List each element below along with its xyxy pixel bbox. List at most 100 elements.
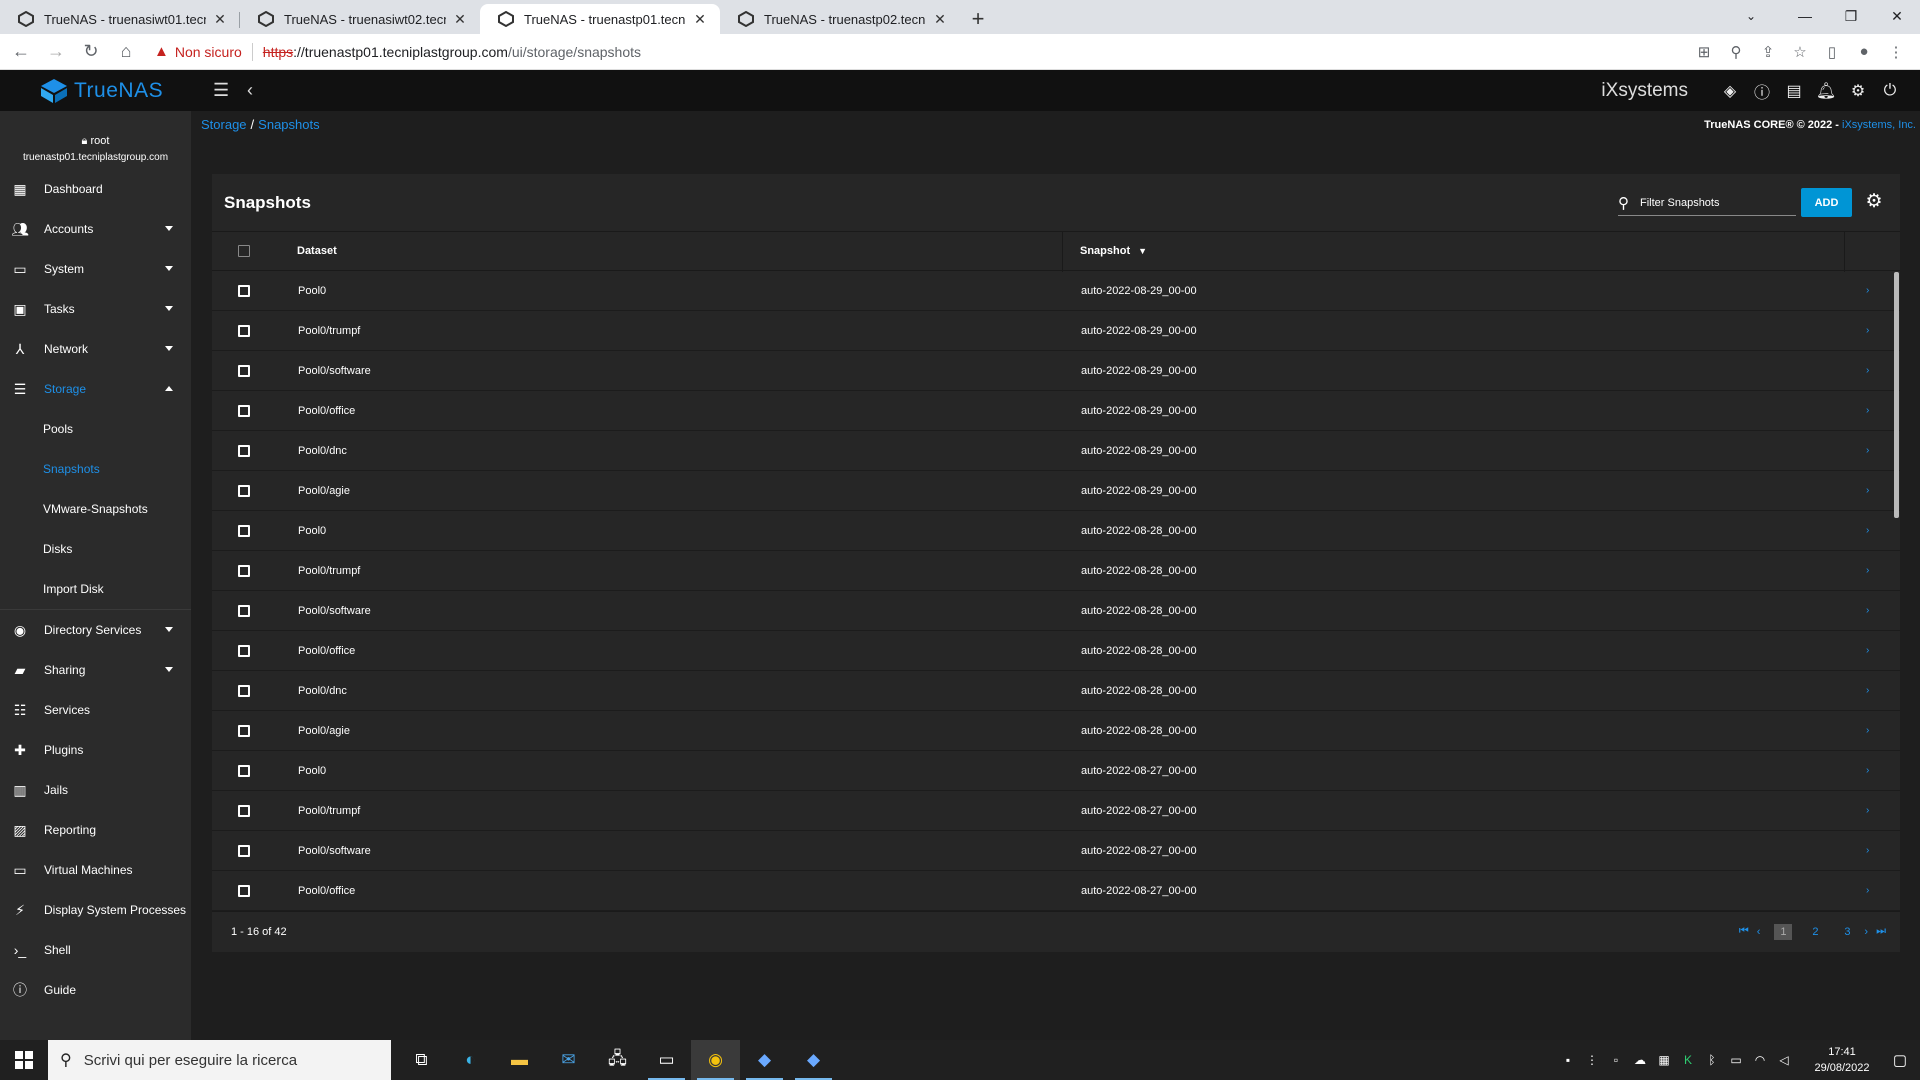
close-tab-icon[interactable]: ✕: [452, 11, 468, 28]
table-row[interactable]: Pool0 auto-2022-08-27_00-00 ›: [212, 751, 1900, 791]
expand-row-chevron-icon[interactable]: ›: [1866, 725, 1869, 736]
tray-app2-icon[interactable]: ▫: [1604, 1053, 1628, 1067]
tab-search-chevron-icon[interactable]: ⌄: [1728, 0, 1774, 32]
browser-tab-2[interactable]: TrueNAS - truenasiwt02.tecniplas ✕: [240, 4, 480, 34]
sidebar-item-jails[interactable]: ▥ Jails: [0, 770, 191, 810]
expand-row-chevron-icon[interactable]: ›: [1866, 885, 1869, 896]
sidebar-item-network[interactable]: ⅄ Network: [0, 329, 191, 369]
sidebar-subitem-pools[interactable]: Pools: [0, 409, 191, 449]
filter-snapshots-input[interactable]: [1640, 196, 1780, 209]
sidebar-item-reporting[interactable]: ▨ Reporting: [0, 810, 191, 850]
row-checkbox[interactable]: [238, 564, 250, 577]
sidebar-item-plugins[interactable]: ✚ Plugins: [0, 730, 191, 770]
share-icon[interactable]: ⇪: [1752, 38, 1784, 66]
ixsystems-logo[interactable]: iXsystems: [1601, 80, 1688, 102]
bluetooth-icon[interactable]: ᛒ: [1700, 1053, 1724, 1067]
expand-row-chevron-icon[interactable]: ›: [1866, 445, 1869, 456]
row-checkbox[interactable]: [238, 284, 250, 297]
remote-desktop-icon[interactable]: ◆: [740, 1040, 789, 1080]
breadcrumb-current[interactable]: Snapshots: [258, 117, 319, 132]
table-row[interactable]: Pool0/office auto-2022-08-27_00-00 ›: [212, 871, 1900, 911]
tray-app-icon[interactable]: ▪: [1556, 1053, 1580, 1067]
expand-row-chevron-icon[interactable]: ›: [1866, 685, 1869, 696]
remote-desktop-2-icon[interactable]: ◆: [789, 1040, 838, 1080]
sidebar-item-tasks[interactable]: ▣ Tasks: [0, 289, 191, 329]
row-checkbox[interactable]: [238, 444, 250, 457]
page-1-button[interactable]: 1: [1774, 923, 1793, 940]
expand-row-chevron-icon[interactable]: ›: [1866, 325, 1869, 336]
expand-row-chevron-icon[interactable]: ›: [1866, 365, 1869, 376]
expand-row-chevron-icon[interactable]: ›: [1866, 645, 1869, 656]
breadcrumb-storage-link[interactable]: Storage: [201, 117, 247, 132]
column-header-dataset[interactable]: Dataset: [297, 245, 337, 257]
sidebar-item-system[interactable]: ▭ System: [0, 249, 191, 289]
close-tab-icon[interactable]: ✕: [932, 11, 948, 28]
previous-page-icon[interactable]: ‹: [1757, 926, 1761, 938]
browser-tab-3[interactable]: TrueNAS - truenastp01.tecniplast ✕: [480, 4, 720, 34]
table-row[interactable]: Pool0/software auto-2022-08-29_00-00 ›: [212, 351, 1900, 391]
sidebar-item-directory-services[interactable]: ◉ Directory Services: [0, 610, 191, 650]
row-checkbox[interactable]: [238, 804, 250, 817]
settings-gear-icon[interactable]: ⚙: [1842, 70, 1874, 111]
table-row[interactable]: Pool0/agie auto-2022-08-28_00-00 ›: [212, 711, 1900, 751]
security-label[interactable]: Non sicuro: [175, 44, 242, 60]
table-row[interactable]: Pool0/dnc auto-2022-08-28_00-00 ›: [212, 671, 1900, 711]
volume-icon[interactable]: ◁: [1772, 1053, 1796, 1067]
restore-icon[interactable]: ❐: [1828, 0, 1874, 32]
table-row[interactable]: Pool0/agie auto-2022-08-29_00-00 ›: [212, 471, 1900, 511]
task-manager-icon[interactable]: ▤: [1778, 70, 1810, 111]
tray-overflow-icon[interactable]: ⋮: [1580, 1053, 1604, 1067]
table-scrollbar[interactable]: [1894, 272, 1899, 518]
expand-row-chevron-icon[interactable]: ›: [1866, 765, 1869, 776]
side-panel-icon[interactable]: ▯: [1816, 38, 1848, 66]
table-row[interactable]: Pool0/trumpf auto-2022-08-29_00-00 ›: [212, 311, 1900, 351]
expand-row-chevron-icon[interactable]: ›: [1866, 525, 1869, 536]
tray-grid-icon[interactable]: ▦: [1652, 1053, 1676, 1067]
next-page-icon[interactable]: ›: [1864, 926, 1868, 938]
row-checkbox[interactable]: [238, 524, 250, 537]
clock[interactable]: 17:41 29/08/2022: [1804, 1044, 1880, 1076]
sidebar-subitem-vmware-snapshots[interactable]: VMware-Snapshots: [0, 489, 191, 529]
profile-avatar-icon[interactable]: ●: [1848, 38, 1880, 66]
table-row[interactable]: Pool0/trumpf auto-2022-08-28_00-00 ›: [212, 551, 1900, 591]
expand-row-chevron-icon[interactable]: ›: [1866, 805, 1869, 816]
close-tab-icon[interactable]: ✕: [692, 11, 708, 28]
task-view-icon[interactable]: ⧉: [397, 1040, 446, 1080]
power-icon[interactable]: ⏻: [1874, 70, 1906, 111]
taskbar-search[interactable]: ⚲ Scrivi qui per eseguire la ricerca: [48, 1040, 391, 1080]
row-checkbox[interactable]: [238, 324, 250, 337]
last-page-icon[interactable]: ⏭︎: [1876, 925, 1886, 938]
expand-row-chevron-icon[interactable]: ›: [1866, 605, 1869, 616]
start-button[interactable]: [0, 1040, 48, 1080]
sidebar-item-storage[interactable]: ☰ Storage: [0, 369, 191, 409]
new-tab-button[interactable]: +: [960, 4, 996, 34]
info-icon[interactable]: ⓘ: [1746, 70, 1778, 111]
sidebar-item-virtual-machines[interactable]: ▭ Virtual Machines: [0, 850, 191, 890]
row-checkbox[interactable]: [238, 364, 250, 377]
onedrive-icon[interactable]: ☁: [1628, 1053, 1652, 1067]
browser-tab-1[interactable]: TrueNAS - truenasiwt01.tecniplas ✕: [0, 4, 240, 34]
expand-row-chevron-icon[interactable]: ›: [1866, 845, 1869, 856]
sidebar-subitem-import-disk[interactable]: Import Disk: [0, 569, 191, 609]
row-checkbox[interactable]: [238, 484, 250, 497]
sidebar-item-services[interactable]: ☷ Services: [0, 690, 191, 730]
row-checkbox[interactable]: [238, 684, 250, 697]
table-row[interactable]: Pool0 auto-2022-08-28_00-00 ›: [212, 511, 1900, 551]
filter-field[interactable]: ⚲: [1618, 190, 1796, 216]
table-row[interactable]: Pool0 auto-2022-08-29_00-00 ›: [212, 271, 1900, 311]
close-window-icon[interactable]: ✕: [1874, 0, 1920, 32]
page-2-button[interactable]: 2: [1806, 924, 1824, 940]
expand-row-chevron-icon[interactable]: ›: [1866, 285, 1869, 296]
sidebar-item-sharing[interactable]: ▰ Sharing: [0, 650, 191, 690]
first-page-icon[interactable]: ⏮︎: [1739, 925, 1749, 938]
truenas-logo[interactable]: TrueNAS: [0, 70, 190, 111]
notifications-bell-icon[interactable]: 🔔︎: [1810, 70, 1842, 111]
file-explorer-icon[interactable]: ▬: [495, 1040, 544, 1080]
column-settings-gear-icon[interactable]: ⚙: [1862, 189, 1886, 213]
row-checkbox[interactable]: [238, 764, 250, 777]
minimize-icon[interactable]: —: [1782, 0, 1828, 32]
truecommand-icon[interactable]: ◈: [1714, 70, 1746, 111]
expand-row-chevron-icon[interactable]: ›: [1866, 565, 1869, 576]
address-bar[interactable]: ▲ Non sicuro https://truenastp01.tecnipl…: [154, 37, 1688, 67]
notification-center-icon[interactable]: ▢: [1880, 1051, 1920, 1069]
